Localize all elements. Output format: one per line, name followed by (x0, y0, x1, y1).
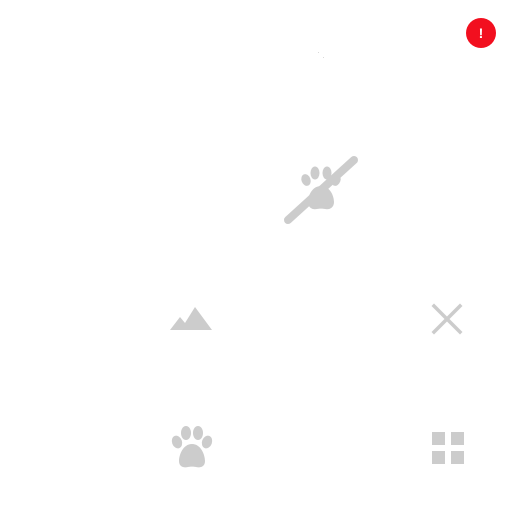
screen: ! (0, 0, 512, 512)
grid-icon[interactable] (430, 430, 466, 466)
grid-icon-graphic (432, 432, 464, 464)
artifact-dot (323, 57, 324, 58)
paw-icon-graphic (171, 426, 213, 468)
close-icon-graphic (431, 303, 463, 335)
alert-icon: ! (478, 25, 484, 41)
landscape-icon[interactable] (168, 304, 214, 332)
close-icon[interactable] (430, 302, 464, 336)
artifact-dot (318, 52, 319, 53)
paw-icon[interactable] (170, 426, 214, 468)
paw-off-icon-graphic (284, 156, 358, 224)
paw-off-icon[interactable] (282, 154, 360, 226)
alert-badge[interactable]: ! (466, 18, 496, 48)
landscape-icon-graphic (170, 307, 212, 330)
